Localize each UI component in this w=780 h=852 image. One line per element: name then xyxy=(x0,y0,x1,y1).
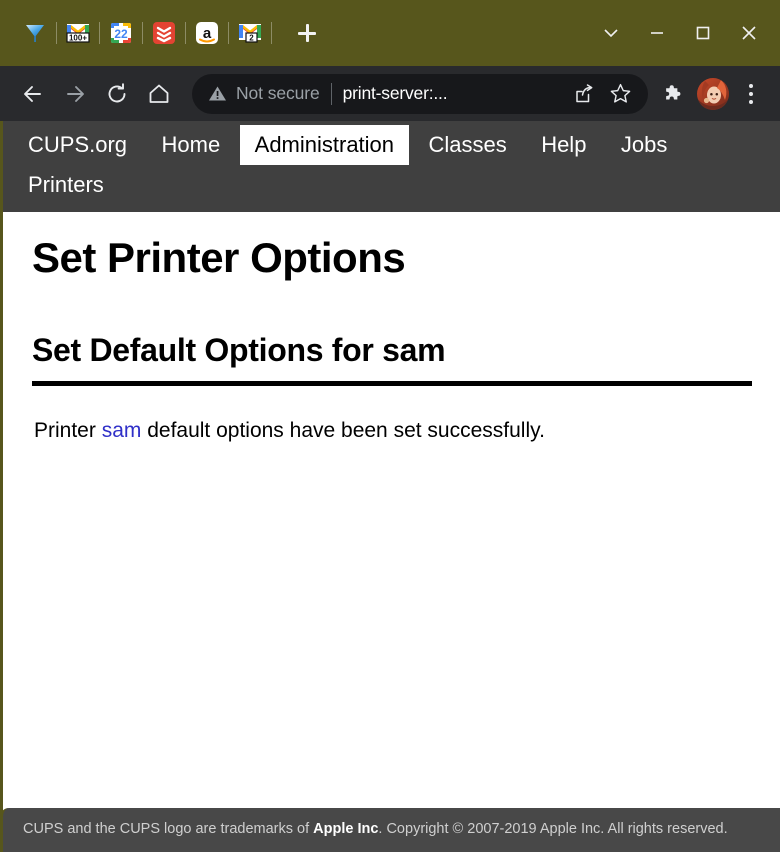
nav-link-cups-org[interactable]: CUPS.org xyxy=(13,125,142,165)
page-content: Set Printer Options Set Default Options … xyxy=(3,234,780,445)
cups-nav-list: CUPS.org Home Administration Classes Hel… xyxy=(13,125,770,205)
not-secure-warning-icon[interactable] xyxy=(208,84,227,103)
window-controls xyxy=(588,0,780,66)
kebab-dot xyxy=(749,99,753,104)
toolbar-right-actions xyxy=(650,73,768,115)
footer-text: CUPS and the CUPS logo are trademarks of… xyxy=(23,821,780,838)
nav-item: Home xyxy=(147,125,236,165)
printer-link-sam[interactable]: sam xyxy=(102,419,142,442)
nav-link-administration[interactable]: Administration xyxy=(239,125,410,165)
nav-link-help[interactable]: Help xyxy=(526,125,601,165)
section-divider xyxy=(32,380,752,386)
maximize-icon xyxy=(696,26,710,40)
cups-navigation: CUPS.org Home Administration Classes Hel… xyxy=(3,121,780,212)
reload-icon xyxy=(108,82,126,102)
puzzle-piece-icon xyxy=(666,84,681,99)
nav-item: Administration xyxy=(239,125,410,165)
svg-text:a: a xyxy=(203,25,212,42)
page-viewport: CUPS.org Home Administration Classes Hel… xyxy=(0,121,780,852)
tab-search-button[interactable] xyxy=(588,10,634,56)
nav-link-home[interactable]: Home xyxy=(147,125,236,165)
status-message: Printer sam default options have been se… xyxy=(34,417,752,444)
warning-triangle-icon xyxy=(209,86,226,101)
status-message-prefix: Printer xyxy=(34,418,102,442)
pinned-tab-diamond[interactable] xyxy=(14,13,56,53)
footer-text-part2: . Copyright © 2007-2019 Apple Inc. All r… xyxy=(378,820,728,837)
pinned-tab-google-calendar[interactable]: 22 xyxy=(100,13,142,53)
avatar[interactable] xyxy=(697,77,729,110)
browser-window: 100+ 22 a 2 Not secure print-server:... … xyxy=(0,0,780,852)
security-status-text: Not secure xyxy=(236,83,320,103)
nav-link-classes[interactable]: Classes xyxy=(413,125,521,165)
amazon-favicon: a xyxy=(196,22,218,44)
forward-button[interactable] xyxy=(54,73,96,115)
todoist-favicon xyxy=(153,22,175,44)
minimize-icon xyxy=(651,32,663,34)
nav-link-printers[interactable]: Printers xyxy=(13,165,119,205)
page-footer: CUPS and the CUPS logo are trademarks of… xyxy=(3,807,780,852)
new-tab-button[interactable] xyxy=(286,16,328,50)
nav-item: Classes xyxy=(413,125,521,165)
chrome-menu-button[interactable] xyxy=(734,74,768,114)
home-icon xyxy=(149,84,169,103)
kebab-dot xyxy=(749,91,753,96)
reload-button[interactable] xyxy=(96,73,138,115)
pinned-tabs: 100+ 22 a 2 xyxy=(0,0,328,66)
share-button[interactable] xyxy=(568,78,600,110)
nav-item: Printers xyxy=(13,165,119,205)
back-button[interactable] xyxy=(12,73,54,115)
maximize-button[interactable] xyxy=(680,10,726,56)
gmail-100plus-favicon: 100+ xyxy=(66,24,90,43)
back-arrow-icon xyxy=(24,85,41,102)
nav-item: Help xyxy=(526,125,601,165)
home-button[interactable] xyxy=(138,73,180,115)
nav-item: CUPS.org xyxy=(13,125,142,165)
url-text: print-server:... xyxy=(342,83,448,103)
kebab-dot xyxy=(749,83,753,88)
extensions-button[interactable] xyxy=(650,73,692,115)
close-icon xyxy=(742,26,756,40)
nav-item: Jobs xyxy=(606,125,682,165)
google-calendar-22-favicon: 22 xyxy=(111,23,131,43)
star-icon xyxy=(610,83,630,103)
status-message-suffix: default options have been set successful… xyxy=(141,418,545,442)
tab-strip: 100+ 22 a 2 xyxy=(0,0,780,66)
diamond-favicon xyxy=(26,25,44,42)
share-icon xyxy=(576,83,593,102)
page-title: Set Printer Options xyxy=(32,234,406,281)
svg-text:22: 22 xyxy=(114,27,128,41)
avatar-image xyxy=(697,77,729,110)
svg-text:2: 2 xyxy=(249,33,254,42)
browser-toolbar: Not secure print-server:... xyxy=(0,66,780,121)
footer-apple-inc: Apple Inc xyxy=(313,820,379,837)
pinned-tab-todoist[interactable] xyxy=(143,13,185,53)
plus-icon xyxy=(298,24,316,42)
pinned-tab-gmail-2[interactable]: 2 xyxy=(229,13,271,53)
section-title: Set Default Options for sam xyxy=(32,332,446,369)
pinned-tab-amazon[interactable]: a xyxy=(186,13,228,53)
forward-arrow-icon xyxy=(67,85,84,102)
footer-text-part1: CUPS and the CUPS logo are trademarks of xyxy=(23,820,314,837)
tab-separator xyxy=(271,22,272,44)
gmail-2-favicon: 2 xyxy=(239,24,261,43)
bookmark-button[interactable] xyxy=(604,78,636,110)
address-bar[interactable]: Not secure print-server:... xyxy=(192,73,648,114)
nav-link-jobs[interactable]: Jobs xyxy=(606,125,682,165)
minimize-button[interactable] xyxy=(634,10,680,56)
chevron-down-icon xyxy=(604,29,618,38)
svg-text:100+: 100+ xyxy=(69,33,87,42)
omnibox-divider xyxy=(330,82,332,105)
pinned-tab-gmail-100plus[interactable]: 100+ xyxy=(57,13,99,53)
close-button[interactable] xyxy=(726,10,772,56)
